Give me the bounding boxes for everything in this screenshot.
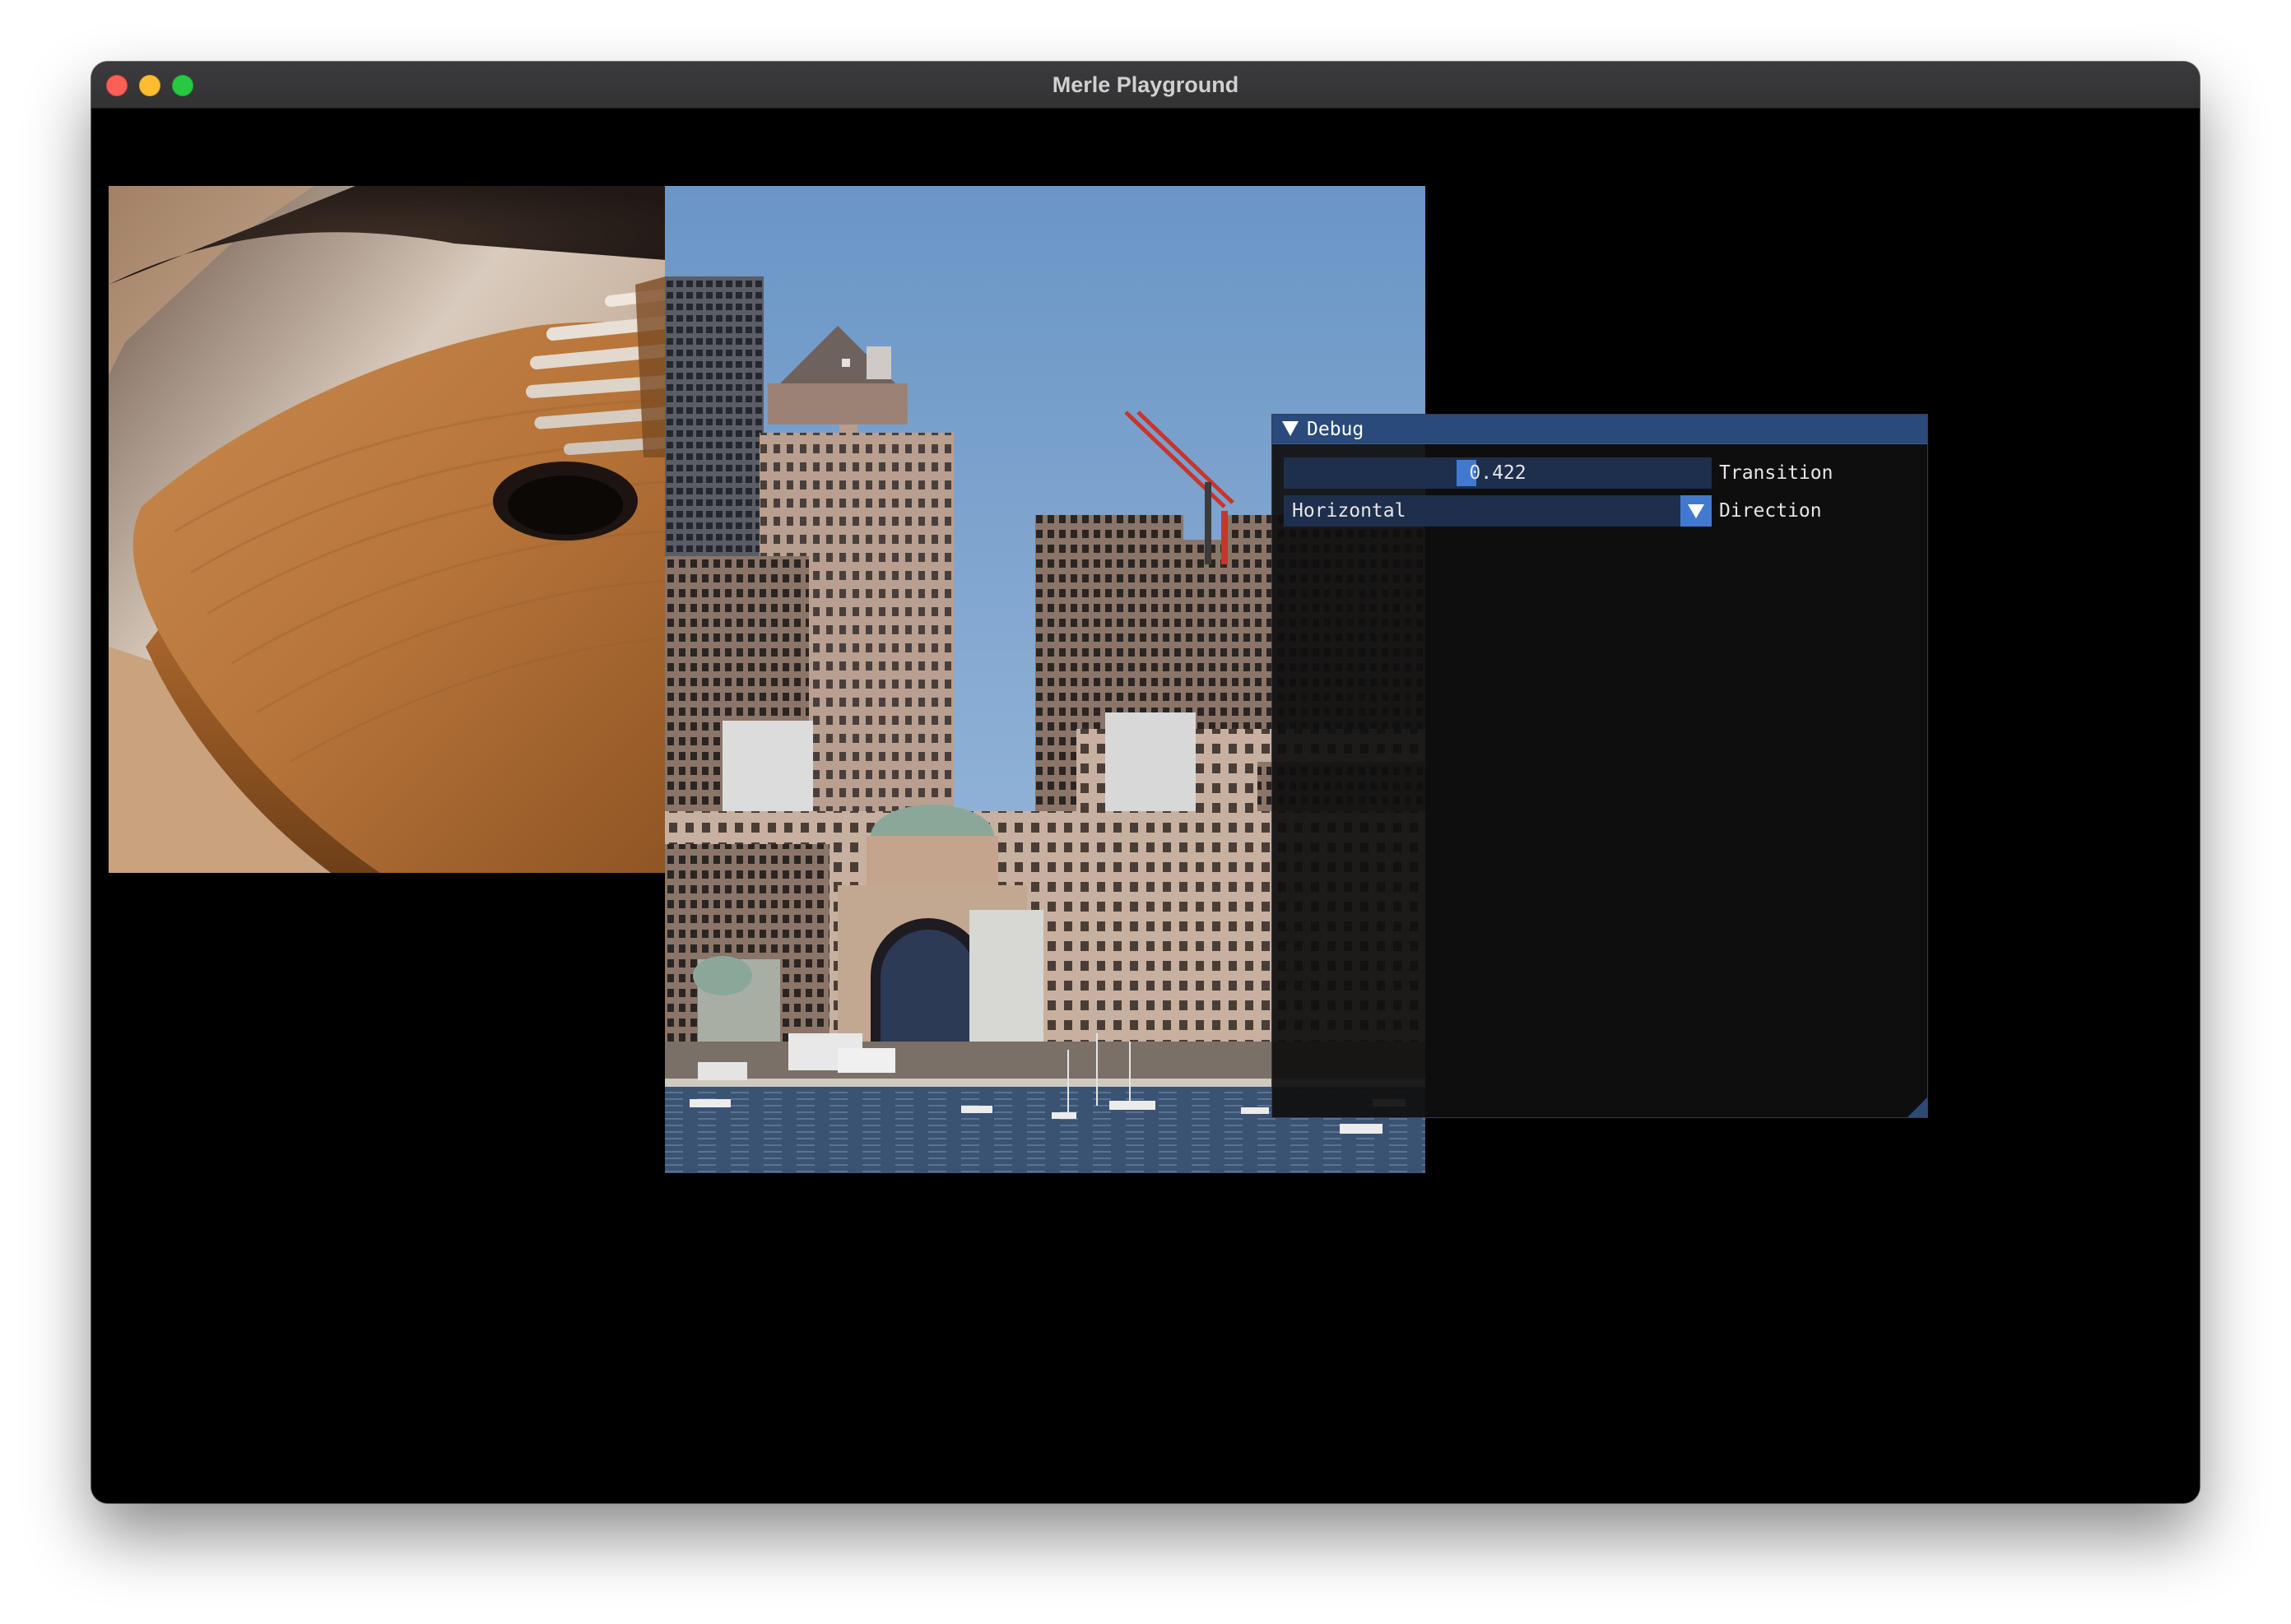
window-title: Merle Playground — [1052, 72, 1239, 97]
transition-label: Transition — [1719, 462, 1833, 484]
direction-combo-button[interactable] — [1680, 495, 1712, 527]
collapse-arrow-icon[interactable] — [1282, 421, 1299, 436]
dropdown-arrow-icon — [1688, 504, 1704, 518]
debug-panel[interactable]: Debug 0.422 Transition Horizontal Direct… — [1271, 414, 1928, 1118]
render-canvas[interactable]: Debug 0.422 Transition Horizontal Direct… — [91, 109, 2200, 1503]
direction-combo[interactable]: Horizontal — [1284, 495, 1712, 527]
resize-grip[interactable] — [1908, 1097, 1927, 1117]
kalimba-image — [109, 186, 666, 873]
debug-panel-title-bar[interactable]: Debug — [1272, 415, 1927, 444]
transition-value: 0.422 — [1469, 462, 1527, 484]
app-window: Merle Playground Debug 0.422 Transition … — [91, 62, 2200, 1503]
direction-label: Direction — [1719, 500, 1822, 522]
title-bar[interactable]: Merle Playground — [91, 62, 2200, 109]
transition-slider[interactable]: 0.422 — [1284, 457, 1712, 489]
direction-value: Horizontal — [1292, 500, 1406, 522]
debug-panel-title: Debug — [1307, 419, 1364, 440]
